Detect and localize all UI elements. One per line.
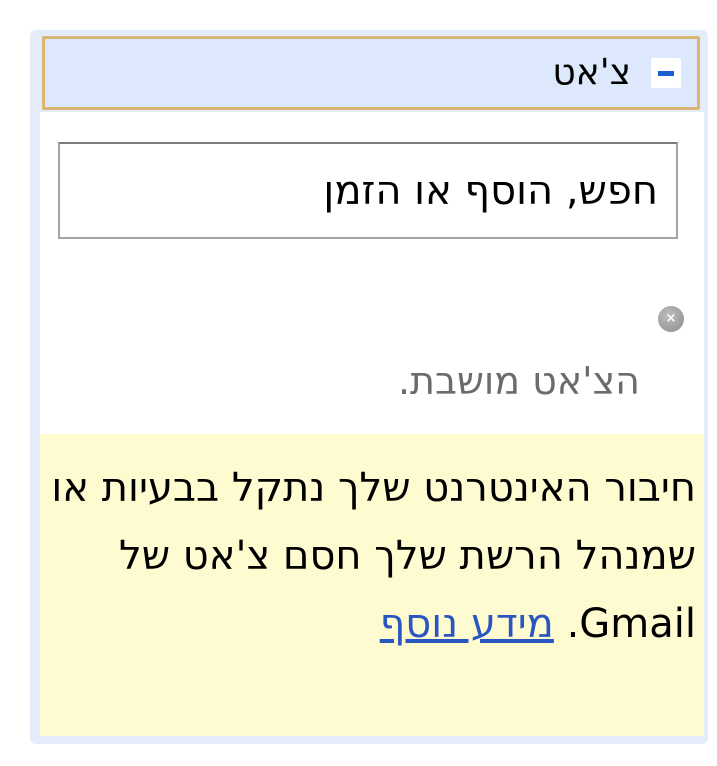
collapse-button[interactable] xyxy=(651,58,681,88)
chat-header[interactable]: צ'אט xyxy=(42,36,700,110)
search-input[interactable] xyxy=(60,144,676,237)
close-icon[interactable]: × xyxy=(658,306,684,332)
chat-body: × הצ'אט מושבת. xyxy=(40,112,704,434)
connection-warning: חיבור האינטרנט שלך נתקל בבעיות או שמנהל … xyxy=(40,434,704,736)
warning-text: חיבור האינטרנט שלך נתקל בבעיות או שמנהל … xyxy=(51,465,696,647)
learn-more-link[interactable]: מידע נוסף xyxy=(380,601,554,647)
chat-status-text: הצ'אט מושבת. xyxy=(397,359,640,403)
warning-message: חיבור האינטרנט שלך נתקל בבעיות או שמנהל … xyxy=(46,454,696,658)
minus-icon xyxy=(658,71,674,76)
chat-panel: צ'אט × הצ'אט מושבת. חיבור האינטרנט שלך נ… xyxy=(30,30,708,744)
chat-title: צ'אט xyxy=(552,52,631,93)
search-field[interactable] xyxy=(58,142,678,239)
